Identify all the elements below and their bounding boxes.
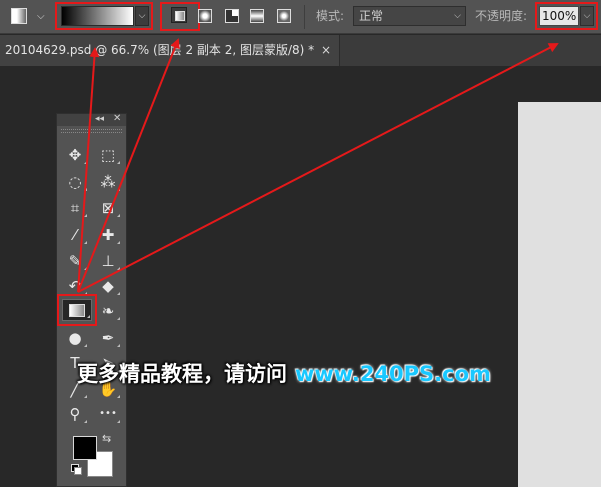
mode-label: 模式:	[316, 9, 345, 23]
lasso-icon[interactable]: ◌	[62, 171, 88, 193]
mode-value: 正常	[359, 9, 384, 23]
radial-gradient-icon[interactable]	[198, 9, 212, 23]
document-canvas[interactable]	[518, 102, 601, 487]
default-colors-icon[interactable]	[71, 464, 82, 475]
swap-colors-icon[interactable]: ⇆	[102, 432, 111, 445]
options-bar: ⌵ ⌵ 模式: 正常 ⌵ 不透明度: 100% ⌵	[0, 0, 601, 34]
watermark-url: www.240PS.com	[295, 362, 491, 386]
opacity-input[interactable]: 100%	[539, 6, 579, 26]
eraser-icon[interactable]: ◆	[95, 275, 121, 297]
document-tab-title: 20104629.psd @ 66.7% (图层 2 副本 2, 图层蒙版/8)…	[5, 43, 315, 57]
reflected-gradient-icon[interactable]	[250, 9, 264, 23]
tool-preset-gradient-icon[interactable]	[11, 8, 27, 24]
diamond-gradient-icon[interactable]	[277, 9, 291, 23]
document-tab[interactable]: 20104629.psd @ 66.7% (图层 2 副本 2, 图层蒙版/8)…	[0, 35, 340, 66]
magic-wand-icon[interactable]: ⁂	[95, 171, 121, 193]
gradient-dropdown-icon[interactable]: ⌵	[135, 6, 149, 26]
gradient-icon	[69, 304, 85, 317]
close-icon[interactable]: ×	[321, 43, 331, 57]
collapse-icon[interactable]: ◂◂	[95, 113, 104, 125]
zoom-icon[interactable]: ⚲	[62, 403, 88, 425]
bandage-icon[interactable]: ✚	[95, 224, 121, 246]
document-tab-bar: 20104629.psd @ 66.7% (图层 2 副本 2, 图层蒙版/8)…	[0, 35, 601, 66]
mode-select[interactable]: 正常 ⌵	[353, 6, 466, 26]
eyedropper-icon[interactable]: ⁄	[62, 224, 88, 246]
tools-panel: ◂◂ ✕ ✥ ⬚ ◌ ⁂ ⌗ ⊠ ⁄ ✚ ✎ ⊥ ↶ ◆ ❧ ● ✒ T ➤ ╱…	[56, 113, 127, 487]
stamp-icon[interactable]: ⊥	[95, 250, 121, 272]
crop-icon[interactable]: ⌗	[62, 197, 88, 219]
tool-preset-chevron-icon[interactable]: ⌵	[37, 12, 45, 22]
move-icon[interactable]: ✥	[62, 144, 88, 166]
linear-gradient-icon[interactable]	[171, 7, 187, 23]
opacity-dropdown-icon[interactable]: ⌵	[580, 6, 594, 26]
gradient-picker-highlight: ⌵	[55, 2, 153, 30]
rect-marquee-icon[interactable]: ⬚	[95, 144, 121, 166]
brush-icon[interactable]: ✎	[62, 250, 88, 272]
panel-grip[interactable]	[61, 129, 122, 133]
separator	[304, 5, 305, 29]
frame-icon[interactable]: ⊠	[95, 197, 121, 219]
close-icon[interactable]: ✕	[113, 113, 121, 125]
dodge-icon[interactable]: ●	[62, 327, 88, 349]
watermark: 更多精品教程，请访问 www.240PS.com	[77, 357, 527, 391]
chevron-down-icon: ⌵	[454, 11, 461, 21]
blur-icon[interactable]: ❧	[95, 300, 121, 322]
tools-panel-header[interactable]: ◂◂ ✕	[57, 113, 126, 126]
gradient-swatch[interactable]	[61, 6, 134, 26]
opacity-label: 不透明度:	[475, 9, 528, 23]
angle-gradient-icon[interactable]	[225, 9, 239, 23]
more-icon[interactable]: •••	[95, 403, 121, 425]
gradient-tool-button[interactable]	[62, 299, 92, 321]
foreground-color-swatch[interactable]	[73, 436, 97, 460]
watermark-text: 更多精品教程，请访问	[77, 362, 287, 386]
pen-icon[interactable]: ✒	[95, 327, 121, 349]
